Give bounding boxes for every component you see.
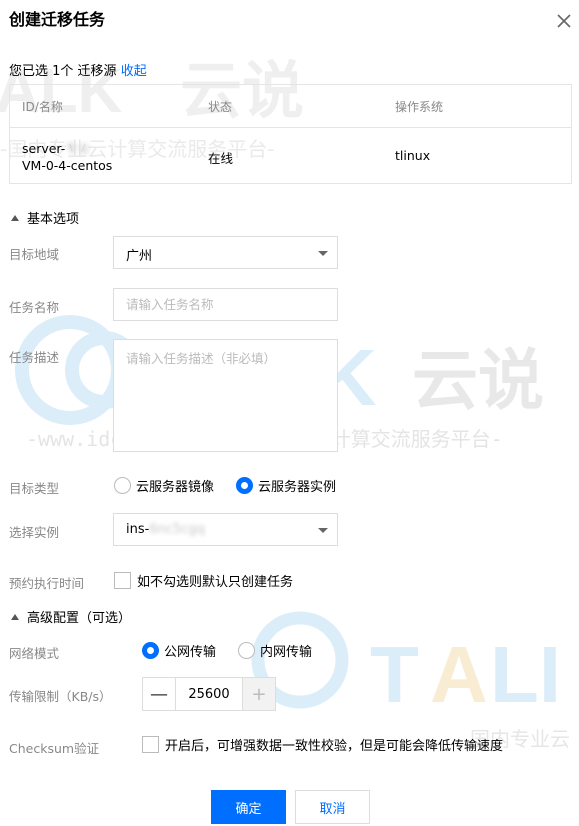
collapse-link[interactable]: 收起 bbox=[121, 64, 147, 79]
basic-options-toggle[interactable]: 基本选项 bbox=[11, 208, 79, 227]
instance-value: ins-6nc5cgq bbox=[126, 522, 205, 537]
radio-target-image-label: 云服务器镜像 bbox=[136, 480, 215, 495]
transfer-limit-stepper: — + bbox=[142, 677, 276, 711]
basic-options-title: 基本选项 bbox=[27, 212, 80, 227]
plus-icon[interactable]: + bbox=[242, 678, 275, 710]
transfer-limit-label: 传输限制（KB/s） bbox=[9, 689, 112, 704]
advanced-options-title: 高级配置（可选） bbox=[27, 611, 132, 626]
task-name-label: 任务名称 bbox=[9, 300, 60, 315]
checksum-label: Checksum验证 bbox=[9, 741, 100, 756]
col-header-id: ID/名称 bbox=[22, 100, 63, 114]
row-os: tlinux bbox=[395, 148, 431, 163]
task-desc-textarea[interactable] bbox=[113, 339, 338, 452]
row-id-prefix: server- bbox=[22, 141, 66, 156]
row-id-line2: VM-0-4-centos bbox=[22, 158, 113, 173]
instance-label: 选择实例 bbox=[9, 525, 60, 540]
cancel-button[interactable]: 取消 bbox=[295, 790, 370, 824]
row-status: 在线 bbox=[208, 151, 234, 166]
minus-icon[interactable]: — bbox=[143, 678, 176, 710]
radio-circle-icon bbox=[238, 642, 255, 659]
target-type-label: 目标类型 bbox=[9, 481, 60, 496]
source-table: ID/名称 状态 操作系统 server-专业 VM-0-4-centos 在线… bbox=[9, 84, 572, 184]
selected-sources-line: 您已选 1个 迁移源 收起 bbox=[9, 60, 147, 79]
schedule-checkbox-label: 如不勾选则默认只创建任务 bbox=[137, 575, 294, 590]
radio-circle-icon bbox=[114, 477, 131, 494]
radio-target-image[interactable]: 云服务器镜像 bbox=[114, 476, 214, 495]
row-id-redacted: 专业 bbox=[65, 141, 91, 156]
checkbox-icon bbox=[114, 572, 131, 589]
confirm-button[interactable]: 确定 bbox=[211, 790, 286, 824]
radio-target-instance-label: 云服务器实例 bbox=[258, 480, 337, 495]
source-label: 迁移源 bbox=[77, 64, 117, 79]
row-id-line1: server-专业 bbox=[22, 138, 90, 157]
source-table-header: ID/名称 状态 操作系统 bbox=[10, 85, 571, 128]
radio-checked-icon bbox=[236, 477, 253, 494]
radio-network-public[interactable]: 公网传输 bbox=[142, 641, 216, 660]
task-desc-label: 任务描述 bbox=[9, 350, 60, 365]
close-icon[interactable] bbox=[555, 12, 573, 30]
collapse-triangle-icon bbox=[11, 214, 19, 221]
checkbox-icon bbox=[142, 736, 159, 753]
schedule-checkbox[interactable]: 如不勾选则默认只创建任务 bbox=[114, 571, 293, 590]
schedule-label: 预约执行时间 bbox=[9, 576, 85, 591]
chevron-down-icon bbox=[318, 251, 328, 256]
radio-network-public-label: 公网传输 bbox=[164, 645, 217, 660]
advanced-options-toggle[interactable]: 高级配置（可选） bbox=[11, 607, 131, 626]
collapse-triangle-icon bbox=[11, 613, 19, 620]
col-header-os: 操作系统 bbox=[395, 100, 444, 114]
radio-network-private-label: 内网传输 bbox=[260, 645, 313, 660]
instance-value-prefix: ins- bbox=[126, 522, 150, 537]
target-region-label: 目标地域 bbox=[9, 247, 60, 262]
dialog-title: 创建迁移任务 bbox=[9, 10, 106, 29]
radio-network-private[interactable]: 内网传输 bbox=[238, 641, 312, 660]
chevron-down-icon bbox=[318, 528, 328, 533]
transfer-limit-input[interactable] bbox=[176, 678, 242, 710]
selected-count-text: 您已选 1个 bbox=[9, 64, 74, 79]
task-name-input[interactable] bbox=[113, 288, 338, 321]
network-mode-label: 网络模式 bbox=[9, 646, 60, 661]
target-region-value: 广州 bbox=[126, 249, 153, 264]
radio-target-instance[interactable]: 云服务器实例 bbox=[236, 476, 336, 495]
radio-checked-icon bbox=[142, 642, 159, 659]
target-region-select[interactable]: 广州 bbox=[113, 236, 338, 269]
checksum-checkbox[interactable]: 开启后，可增强数据一致性校验，但是可能会降低传输速度 bbox=[142, 735, 503, 754]
create-migration-dialog: 创建迁移任务 您已选 1个 迁移源 收起 ID/名称 状态 操作系统 serve… bbox=[0, 0, 579, 826]
checksum-checkbox-label: 开启后，可增强数据一致性校验，但是可能会降低传输速度 bbox=[165, 739, 504, 754]
instance-value-redacted: 6nc5cgq bbox=[149, 522, 205, 537]
instance-select[interactable]: ins-6nc5cgq bbox=[113, 513, 338, 546]
col-header-status: 状态 bbox=[208, 100, 233, 114]
